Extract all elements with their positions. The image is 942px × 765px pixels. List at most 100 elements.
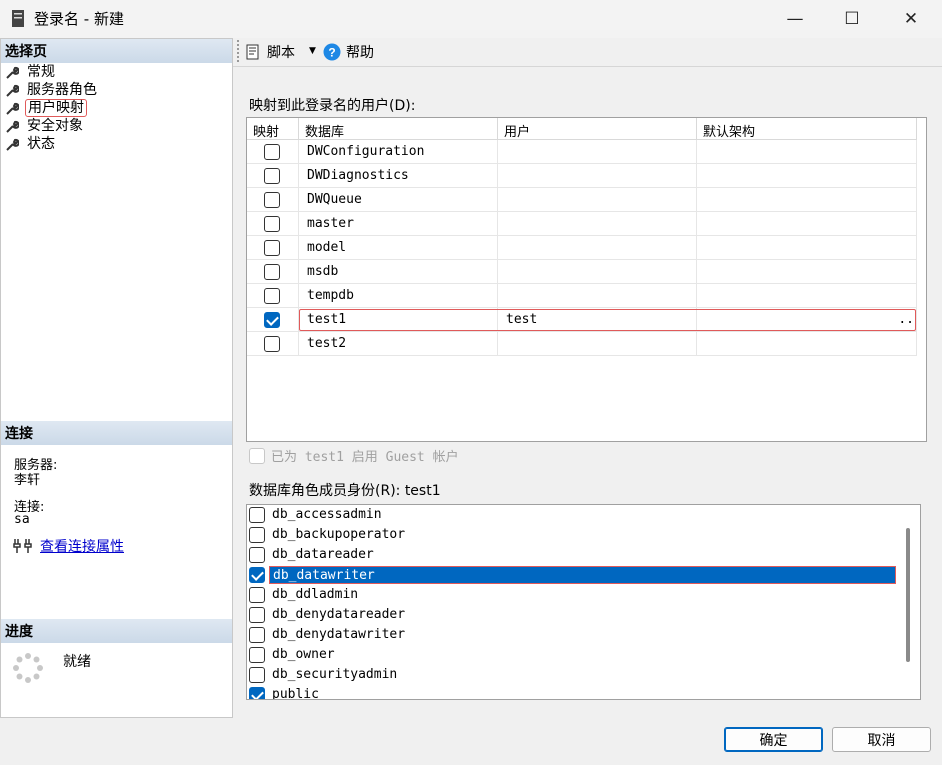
database-cell[interactable]: master xyxy=(299,212,498,236)
role-checkbox[interactable] xyxy=(249,687,265,699)
column-header-user[interactable]: 用户 xyxy=(498,118,697,140)
map-checkbox-cell xyxy=(247,140,299,164)
table-row[interactable]: test2 xyxy=(247,332,917,356)
connection-value: sa xyxy=(14,512,30,527)
database-cell[interactable]: test2 xyxy=(299,332,498,356)
table-row[interactable]: msdb xyxy=(247,260,917,284)
default-schema-cell[interactable] xyxy=(697,212,917,236)
database-cell[interactable]: tempdb xyxy=(299,284,498,308)
role-item[interactable]: db_owner xyxy=(249,645,899,665)
column-header-default-schema[interactable]: 默认架构 xyxy=(697,118,917,140)
database-cell[interactable]: DWDiagnostics xyxy=(299,164,498,188)
default-schema-cell[interactable] xyxy=(697,236,917,260)
role-checkbox[interactable] xyxy=(249,527,265,543)
table-row[interactable]: master xyxy=(247,212,917,236)
role-checkbox[interactable] xyxy=(249,547,265,563)
user-cell[interactable] xyxy=(498,236,697,260)
database-cell[interactable]: DWConfiguration xyxy=(299,140,498,164)
default-schema-cell[interactable] xyxy=(697,188,917,212)
role-label: db_ddladmin xyxy=(272,587,359,602)
wrench-icon xyxy=(6,102,19,115)
table-row[interactable]: model xyxy=(247,236,917,260)
cancel-button[interactable]: 取消 xyxy=(832,727,931,752)
server-value: 李轩 xyxy=(14,473,41,488)
column-header-database[interactable]: 数据库 xyxy=(299,118,498,140)
database-cell[interactable]: DWQueue xyxy=(299,188,498,212)
nav-item-status[interactable]: 状态 xyxy=(6,135,57,153)
user-cell[interactable] xyxy=(498,260,697,284)
user-cell[interactable] xyxy=(498,188,697,212)
role-checkbox[interactable] xyxy=(249,607,265,623)
role-item[interactable]: db_datawriter xyxy=(249,565,899,585)
column-header-map[interactable]: 映射 xyxy=(247,118,299,140)
script-label: 脚本 xyxy=(267,45,295,61)
map-checkbox[interactable] xyxy=(264,192,280,208)
help-label: 帮助 xyxy=(346,45,374,61)
table-row[interactable]: tempdb xyxy=(247,284,917,308)
user-cell[interactable] xyxy=(498,140,697,164)
help-button[interactable]: ? 帮助 xyxy=(323,42,374,62)
user-cell[interactable] xyxy=(498,284,697,308)
server-icon xyxy=(12,10,24,27)
maximize-button[interactable]: ☐ xyxy=(823,0,881,38)
role-list-scrollbar[interactable] xyxy=(906,528,910,662)
default-schema-cell[interactable] xyxy=(697,260,917,284)
role-item[interactable]: db_denydatawriter xyxy=(249,625,899,645)
role-item[interactable]: db_securityadmin xyxy=(249,665,899,685)
role-item[interactable]: db_ddladmin xyxy=(249,585,899,605)
table-row[interactable]: test1 test.. xyxy=(247,308,917,332)
nav-item-securables[interactable]: 安全对象 xyxy=(6,117,85,135)
role-item[interactable]: db_datareader xyxy=(249,545,899,565)
role-item[interactable]: db_denydatareader xyxy=(249,605,899,625)
table-row[interactable]: DWDiagnostics xyxy=(247,164,917,188)
role-checkbox[interactable] xyxy=(249,667,265,683)
dropdown-arrow-icon[interactable]: ▼ xyxy=(309,46,316,56)
role-checkbox[interactable] xyxy=(249,627,265,643)
user-cell[interactable] xyxy=(498,332,697,356)
map-checkbox[interactable] xyxy=(264,312,280,328)
map-checkbox[interactable] xyxy=(264,288,280,304)
role-item[interactable]: db_backupoperator xyxy=(249,525,899,545)
svg-text:?: ? xyxy=(328,46,335,60)
map-checkbox-cell xyxy=(247,332,299,356)
nav-item-user-mapping[interactable]: 用户映射 xyxy=(6,99,87,117)
database-cell[interactable]: model xyxy=(299,236,498,260)
minimize-button[interactable]: — xyxy=(766,0,824,38)
map-checkbox[interactable] xyxy=(264,240,280,256)
map-checkbox-cell xyxy=(247,260,299,284)
role-checkbox[interactable] xyxy=(249,507,265,523)
default-schema-cell[interactable] xyxy=(697,164,917,188)
role-item[interactable]: db_accessadmin xyxy=(249,505,899,525)
role-checkbox[interactable] xyxy=(249,587,265,603)
map-checkbox[interactable] xyxy=(264,216,280,232)
table-row[interactable]: DWConfiguration xyxy=(247,140,917,164)
close-button[interactable]: ✕ xyxy=(882,0,940,38)
guest-account-checkbox: 已为 test1 启用 Guest 帐户 xyxy=(249,446,459,465)
roles-label: 数据库角色成员身份(R): test1 xyxy=(249,483,441,499)
role-checkbox[interactable] xyxy=(249,567,265,583)
default-schema-cell[interactable] xyxy=(697,332,917,356)
nav-label: 常规 xyxy=(27,64,55,80)
map-checkbox[interactable] xyxy=(264,264,280,280)
user-mapping-grid: 映射 数据库 用户 默认架构 DWConfiguration DWDiagnost… xyxy=(246,117,927,442)
map-checkbox[interactable] xyxy=(264,144,280,160)
guest-label: 已为 test1 启用 Guest 帐户 xyxy=(271,450,459,465)
table-row[interactable]: DWQueue xyxy=(247,188,917,212)
default-schema-cell[interactable] xyxy=(697,284,917,308)
script-button[interactable]: 脚本 xyxy=(245,42,295,62)
database-cell[interactable]: msdb xyxy=(299,260,498,284)
nav-item-general[interactable]: 常规 xyxy=(6,63,57,81)
view-connection-properties-link[interactable]: 查看连接属性 xyxy=(40,536,124,556)
map-checkbox[interactable] xyxy=(264,168,280,184)
nav-item-server-roles[interactable]: 服务器角色 xyxy=(6,81,99,99)
default-schema-cell[interactable] xyxy=(697,140,917,164)
map-checkbox[interactable] xyxy=(264,336,280,352)
database-role-list: db_accessadmin db_backupoperator db_datare… xyxy=(246,504,921,700)
user-cell[interactable] xyxy=(498,212,697,236)
user-cell[interactable] xyxy=(498,164,697,188)
ok-button[interactable]: 确定 xyxy=(724,727,823,752)
progress-spinner-icon xyxy=(13,653,43,683)
mapping-label: 映射到此登录名的用户(D): xyxy=(249,98,416,114)
role-item[interactable]: public xyxy=(249,685,899,699)
role-checkbox[interactable] xyxy=(249,647,265,663)
